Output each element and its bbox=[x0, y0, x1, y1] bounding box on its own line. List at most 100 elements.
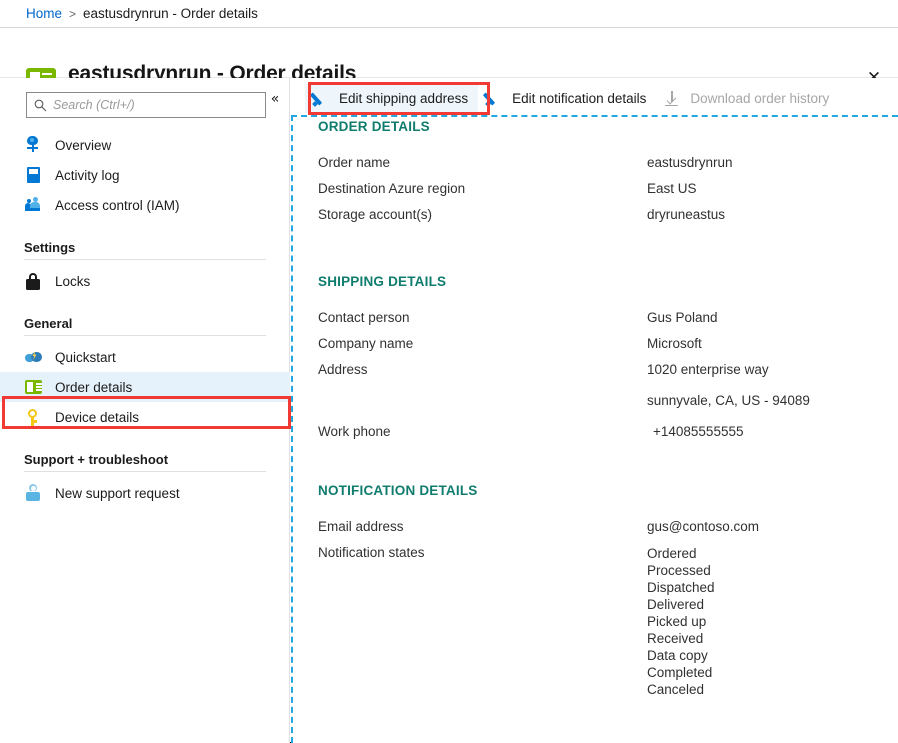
row-label: Email address bbox=[318, 519, 647, 534]
nav-group-general: General bbox=[0, 316, 290, 331]
edit-shipping-address-button[interactable]: Edit shipping address bbox=[305, 84, 478, 113]
nav-group-support: Support + troubleshoot bbox=[0, 452, 290, 467]
detail-row: Work phone +14085555555 bbox=[318, 424, 898, 439]
row-value: gus@contoso.com bbox=[647, 519, 759, 534]
sidebar-item-label: Order details bbox=[55, 380, 132, 395]
row-label: Address bbox=[318, 362, 647, 377]
sidebar-item-locks[interactable]: Locks bbox=[0, 266, 290, 296]
nav-divider bbox=[24, 259, 266, 260]
notification-state: Canceled bbox=[647, 681, 715, 698]
row-value: Gus Poland bbox=[647, 310, 718, 325]
notification-states-list: Ordered Processed Dispatched Delivered P… bbox=[647, 545, 715, 698]
row-value: Microsoft bbox=[647, 336, 702, 351]
notification-state: Data copy bbox=[647, 647, 715, 664]
notification-state: Delivered bbox=[647, 596, 715, 613]
nav-divider bbox=[24, 335, 266, 336]
detail-row: Company name Microsoft bbox=[318, 336, 898, 351]
sidebar-item-quickstart[interactable]: Quickstart bbox=[0, 342, 290, 372]
sidebar-item-device-details[interactable]: Device details bbox=[0, 402, 290, 432]
sidebar-item-activity-log[interactable]: Activity log bbox=[0, 160, 290, 190]
sidebar-item-label: Overview bbox=[55, 138, 111, 153]
notification-details-section: NOTIFICATION DETAILS Email address gus@c… bbox=[318, 483, 898, 698]
blade-header: eastusdrynrun - Order details Data Box ✕ bbox=[0, 28, 898, 78]
sidebar-item-label: Device details bbox=[55, 410, 139, 425]
left-navigation: « Overview Activity log Access control (… bbox=[0, 78, 290, 743]
edit-notification-details-button[interactable]: Edit notification details bbox=[478, 84, 656, 113]
sidebar-item-new-support-request[interactable]: New support request bbox=[0, 478, 290, 508]
row-label: Storage account(s) bbox=[318, 207, 647, 222]
sidebar-item-overview[interactable]: Overview bbox=[0, 130, 290, 160]
overview-icon bbox=[24, 136, 44, 154]
search-input[interactable] bbox=[53, 98, 265, 112]
device-details-icon bbox=[24, 408, 44, 426]
detail-row: Destination Azure region East US bbox=[318, 181, 898, 196]
sidebar-item-label: Locks bbox=[55, 274, 90, 289]
row-label: Notification states bbox=[318, 545, 647, 698]
quickstart-icon bbox=[24, 348, 44, 366]
section-gap bbox=[318, 450, 898, 483]
notification-state: Processed bbox=[647, 562, 715, 579]
row-label: Work phone bbox=[318, 424, 647, 439]
button-label: Download order history bbox=[690, 91, 829, 106]
notification-state: Picked up bbox=[647, 613, 715, 630]
notification-state: Received bbox=[647, 630, 715, 647]
detail-row: Order name eastusdrynrun bbox=[318, 155, 898, 170]
details-sections: ORDER DETAILS Order name eastusdrynrun D… bbox=[291, 119, 898, 709]
sidebar-item-label: Activity log bbox=[55, 168, 120, 183]
azure-portal-blade: Home > eastusdrynrun - Order details eas… bbox=[0, 0, 898, 743]
sidebar-item-label: Quickstart bbox=[55, 350, 116, 365]
sidebar-item-order-details[interactable]: Order details bbox=[0, 372, 290, 402]
detail-row: Storage account(s) dryruneastus bbox=[318, 207, 898, 222]
support-request-icon bbox=[24, 484, 44, 502]
order-details-icon bbox=[24, 378, 44, 396]
sidebar-item-label: Access control (IAM) bbox=[55, 198, 180, 213]
button-label: Edit shipping address bbox=[339, 91, 468, 106]
content-pane: Edit shipping address Edit notification … bbox=[291, 78, 898, 743]
detail-row: Address 1020 enterprise way bbox=[318, 362, 898, 377]
section-title: NOTIFICATION DETAILS bbox=[318, 483, 898, 498]
row-label bbox=[318, 393, 647, 408]
breadcrumb-current: eastusdrynrun - Order details bbox=[83, 6, 258, 21]
command-toolbar: Edit shipping address Edit notification … bbox=[291, 78, 898, 119]
notification-state: Dispatched bbox=[647, 579, 715, 596]
breadcrumb-home-link[interactable]: Home bbox=[26, 6, 62, 21]
sidebar-item-access-control[interactable]: Access control (IAM) bbox=[0, 190, 290, 220]
detail-row: Contact person Gus Poland bbox=[318, 310, 898, 325]
detail-row: Email address gus@contoso.com bbox=[318, 519, 898, 534]
row-value: sunnyvale, CA, US - 94089 bbox=[647, 393, 810, 408]
row-label: Contact person bbox=[318, 310, 647, 325]
section-title: SHIPPING DETAILS bbox=[318, 274, 898, 289]
sidebar-item-label: New support request bbox=[55, 486, 180, 501]
row-value: +14085555555 bbox=[647, 424, 743, 439]
row-value: eastusdrynrun bbox=[647, 155, 733, 170]
access-control-icon bbox=[24, 196, 44, 214]
search-box[interactable] bbox=[26, 92, 266, 118]
nav-divider bbox=[24, 471, 266, 472]
notification-state: Ordered bbox=[647, 545, 715, 562]
section-gap bbox=[318, 233, 898, 274]
breadcrumb-separator-icon: > bbox=[69, 7, 76, 21]
order-details-section: ORDER DETAILS Order name eastusdrynrun D… bbox=[318, 119, 898, 222]
nav-list: Overview Activity log Access control (IA… bbox=[0, 130, 290, 508]
download-icon bbox=[662, 90, 682, 108]
download-order-history-button: Download order history bbox=[656, 84, 839, 113]
nav-group-settings: Settings bbox=[0, 240, 290, 255]
breadcrumb: Home > eastusdrynrun - Order details bbox=[0, 0, 898, 28]
collapse-nav-icon[interactable]: « bbox=[266, 90, 284, 108]
row-value: dryruneastus bbox=[647, 207, 725, 222]
lock-icon bbox=[24, 272, 44, 290]
row-label: Company name bbox=[318, 336, 647, 351]
section-title: ORDER DETAILS bbox=[318, 119, 898, 134]
button-label: Edit notification details bbox=[512, 91, 646, 106]
shipping-details-section: SHIPPING DETAILS Contact person Gus Pola… bbox=[318, 274, 898, 439]
detail-row: Notification states Ordered Processed Di… bbox=[318, 545, 898, 698]
pencil-icon bbox=[311, 90, 331, 108]
detail-row: sunnyvale, CA, US - 94089 bbox=[318, 393, 898, 408]
activity-log-icon bbox=[24, 166, 44, 184]
row-label: Destination Azure region bbox=[318, 181, 647, 196]
row-label: Order name bbox=[318, 155, 647, 170]
notification-state: Completed bbox=[647, 664, 715, 681]
pencil-icon bbox=[484, 90, 504, 108]
row-value: 1020 enterprise way bbox=[647, 362, 769, 377]
search-icon bbox=[27, 99, 53, 112]
